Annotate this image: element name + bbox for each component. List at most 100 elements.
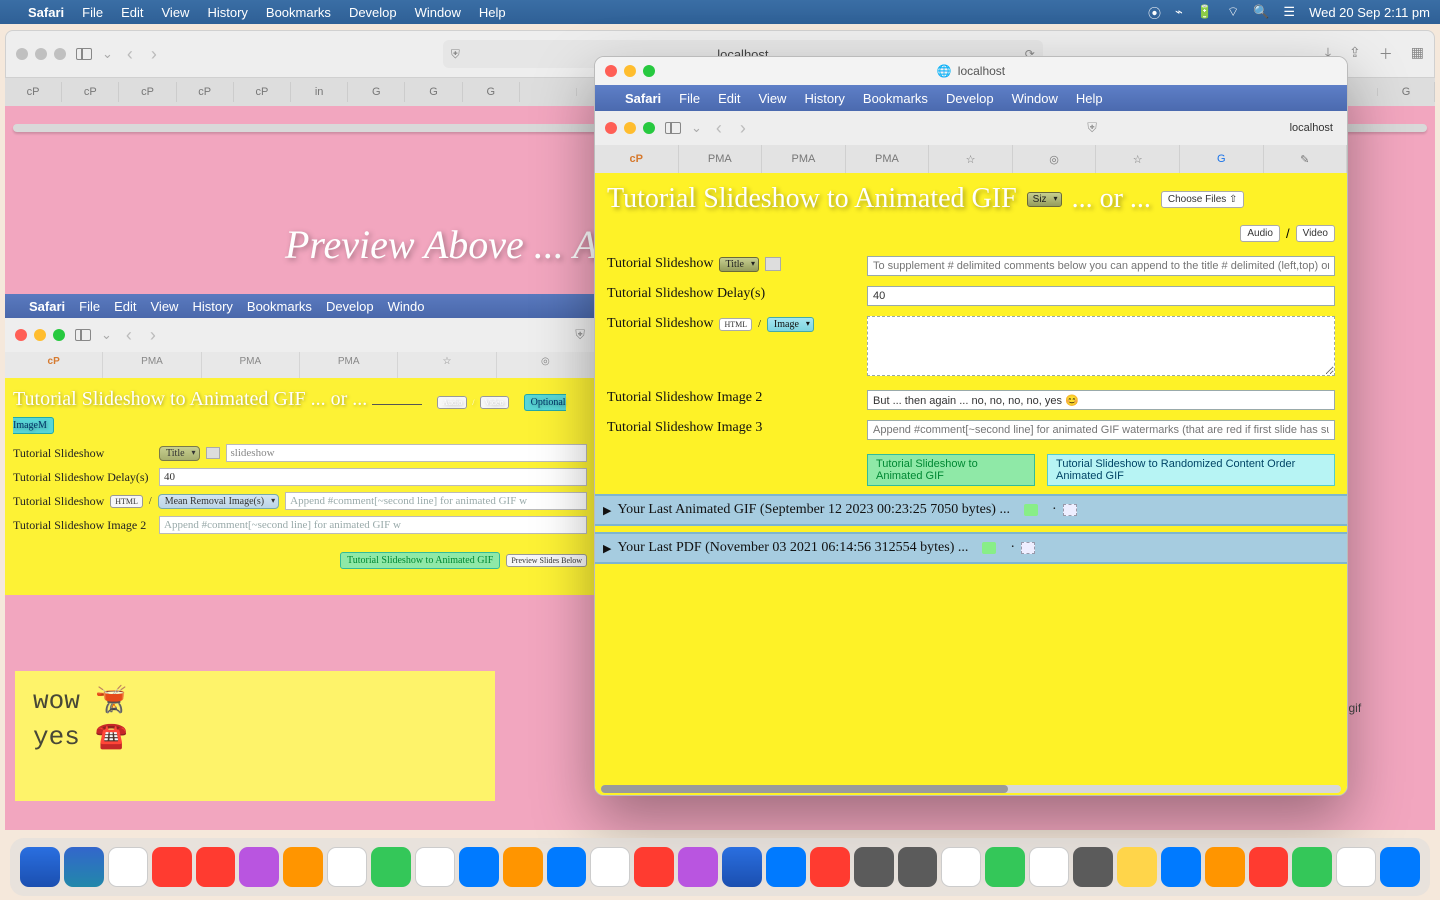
share-icon[interactable]: ⇪	[1349, 44, 1361, 64]
dock-app-icon[interactable]	[283, 847, 323, 887]
lp-image2-input[interactable]: Append #comment[~second line] for animat…	[159, 516, 587, 534]
tab-item[interactable]: G	[463, 82, 520, 102]
minimize-icon[interactable]	[35, 48, 47, 60]
close-icon[interactable]	[605, 65, 617, 77]
video-link[interactable]: Video	[1296, 225, 1335, 242]
menu-file[interactable]: File	[82, 5, 103, 20]
wifi-icon[interactable]: ⌔	[1227, 4, 1239, 20]
dock-app-icon[interactable]	[20, 847, 60, 887]
dock-app-icon[interactable]	[196, 847, 236, 887]
dock-app-icon[interactable]	[722, 847, 762, 887]
audio-link[interactable]: Audio	[437, 396, 467, 409]
size-select[interactable]: Siz	[1027, 192, 1062, 207]
dock-app-icon[interactable]	[810, 847, 850, 887]
dock-app-icon[interactable]	[547, 847, 587, 887]
dock-app-icon[interactable]	[1161, 847, 1201, 887]
privacy-shield-icon[interactable]: ⛨	[1087, 120, 1097, 136]
trash-icon[interactable]	[1021, 542, 1035, 554]
forward-button[interactable]: ›	[147, 44, 161, 65]
lp-image1-input[interactable]: Append #comment[~second line] for animat…	[285, 492, 587, 510]
front-toolbar[interactable]: ⌄ ‹ › ⛨ localhost	[595, 111, 1347, 145]
dock-app-icon[interactable]	[1205, 847, 1245, 887]
privacy-shield-icon[interactable]: ⛨	[451, 47, 460, 62]
zoom-icon[interactable]	[643, 122, 655, 134]
scrollbar-thumb[interactable]	[601, 785, 1008, 793]
dock-app-icon[interactable]	[415, 847, 455, 887]
menu-edit[interactable]: Edit	[121, 5, 143, 20]
minimize-icon[interactable]	[624, 122, 636, 134]
color-swatch[interactable]	[206, 447, 220, 459]
html-button[interactable]: HTML	[719, 318, 752, 331]
tab-item[interactable]: PMA	[762, 145, 846, 173]
close-icon[interactable]	[605, 122, 617, 134]
screenrec-icon[interactable]: ⦿	[1148, 3, 1161, 22]
chevron-down-icon[interactable]: ⌄	[691, 120, 702, 136]
front-tab-strip[interactable]: cP PMA PMA PMA ☆ ◎ ☆ G ✎	[595, 145, 1347, 173]
tab-item[interactable]: ◎	[1013, 145, 1097, 173]
mac-menubar[interactable]: Safari File Edit View History Bookmarks …	[0, 0, 1440, 24]
dock-app-icon[interactable]	[152, 847, 192, 887]
tab-item[interactable]: cP	[62, 82, 119, 102]
dock-app-icon[interactable]	[108, 847, 148, 887]
tab-item[interactable]: G	[1378, 82, 1435, 102]
dock-app-icon[interactable]	[766, 847, 806, 887]
battery-icon[interactable]: 🔋	[1197, 4, 1213, 20]
menu-help[interactable]: Help	[479, 5, 506, 20]
dock-app-icon[interactable]	[678, 847, 718, 887]
close-icon[interactable]	[16, 48, 28, 60]
dock-app-icon[interactable]	[503, 847, 543, 887]
title-select[interactable]: Title	[719, 257, 759, 272]
trash-icon[interactable]	[1063, 504, 1077, 516]
dock-app-icon[interactable]	[327, 847, 367, 887]
bluetooth-icon[interactable]: ⌁	[1175, 4, 1183, 20]
tab-item[interactable]: cP	[119, 82, 176, 102]
tab-item[interactable]: G	[405, 82, 462, 102]
back-button[interactable]: ‹	[123, 44, 137, 65]
dock-app-icon[interactable]	[459, 847, 499, 887]
menu-history[interactable]: History	[207, 5, 247, 20]
tab-item[interactable]: G	[348, 82, 405, 102]
dock-app-icon[interactable]	[1292, 847, 1332, 887]
menu-develop[interactable]: Develop	[349, 5, 397, 20]
dock-app-icon[interactable]	[590, 847, 630, 887]
menu-window[interactable]: Window	[415, 5, 461, 20]
lp-delay-input[interactable]: 40	[159, 468, 587, 486]
new-tab-icon[interactable]: ＋	[1379, 44, 1393, 64]
disclosure-triangle-icon[interactable]: ▶	[603, 542, 611, 555]
tab-item[interactable]: in	[291, 82, 348, 102]
front-page-body[interactable]: Tutorial Slideshow to Animated GIF Siz .…	[595, 173, 1347, 795]
forward-button[interactable]: ›	[736, 118, 750, 139]
image2-input[interactable]	[867, 390, 1335, 410]
image3-input[interactable]	[867, 420, 1335, 440]
thumbnail-icon[interactable]	[982, 542, 996, 554]
dock-app-icon[interactable]	[239, 847, 279, 887]
dock[interactable]	[10, 838, 1430, 896]
dock-app-icon[interactable]	[371, 847, 411, 887]
dock-app-icon[interactable]	[1117, 847, 1157, 887]
thumbnail-icon[interactable]	[1024, 504, 1038, 516]
chevron-down-icon[interactable]: ⌄	[102, 46, 113, 62]
sidebar-toggle-icon[interactable]	[665, 122, 681, 134]
sidebar-toggle-icon[interactable]	[76, 48, 92, 60]
image-mode-select[interactable]: Image	[767, 317, 814, 332]
dock-app-icon[interactable]	[854, 847, 894, 887]
tab-item[interactable]: cP	[5, 82, 62, 102]
menubar-clock[interactable]: Wed 20 Sep 2:11 pm	[1309, 5, 1430, 20]
tab-item[interactable]: cP	[595, 145, 679, 173]
tab-item[interactable]: ☆	[1096, 145, 1180, 173]
front-horizontal-scrollbar[interactable]	[601, 785, 1341, 793]
tab-item[interactable]: PMA	[679, 145, 763, 173]
title-input[interactable]	[867, 256, 1335, 276]
color-swatch[interactable]	[765, 257, 781, 271]
front-address-bar[interactable]: localhost	[1117, 120, 1337, 136]
tab-item[interactable]: cP	[234, 82, 291, 102]
tab-item[interactable]: cP	[177, 82, 234, 102]
menu-bookmarks[interactable]: Bookmarks	[266, 5, 331, 20]
dock-app-icon[interactable]	[941, 847, 981, 887]
lp-preview-button[interactable]: Preview Slides Below	[506, 554, 587, 567]
submit-to-gif-button[interactable]: Tutorial Slideshow to Animated GIF	[867, 454, 1035, 486]
lp-title-input[interactable]: slideshow	[226, 444, 587, 462]
dock-app-icon[interactable]	[1073, 847, 1113, 887]
front-safari-window[interactable]: 🌐 localhost Safari File Edit View Histor…	[594, 56, 1348, 796]
dock-app-icon[interactable]	[1336, 847, 1376, 887]
